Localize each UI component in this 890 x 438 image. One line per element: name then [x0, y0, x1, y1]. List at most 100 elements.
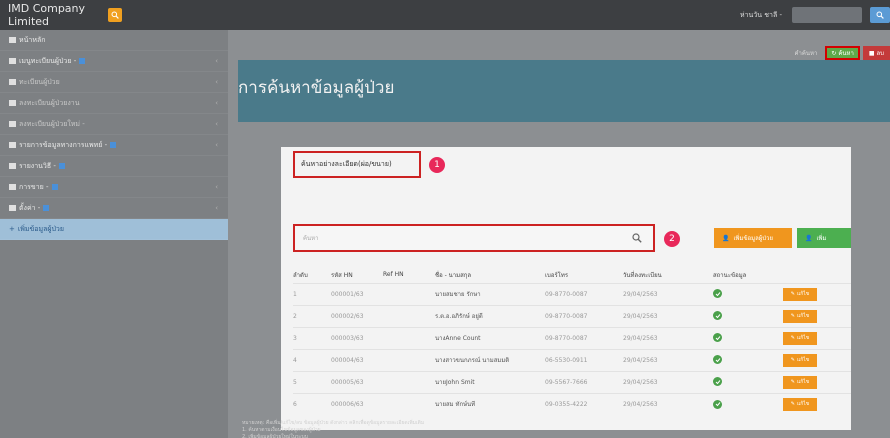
refresh-button[interactable]: ↻ ค้นหา	[825, 46, 860, 60]
cell-action: ✎ แก้ไข	[783, 282, 851, 305]
cell-name: นางAnne Count	[435, 326, 545, 349]
cell-name: นายสม ทักษ์นที	[435, 392, 545, 415]
cell-no: 4	[293, 348, 331, 371]
list-icon	[9, 37, 16, 43]
search-placeholder: ค้นหา	[303, 235, 319, 242]
sidebar-item-sales[interactable]: การขาย - ‹	[0, 177, 228, 198]
table-row[interactable]: 5 000005/63 นายJohn Smit 09-5567-7666 29…	[293, 370, 851, 393]
sidebar-item-label: การขาย -	[19, 182, 49, 191]
list-icon	[9, 121, 16, 127]
step-marker-2: 2	[664, 231, 680, 247]
trash-icon: ■	[868, 49, 875, 57]
cell-hn: 000002/63	[331, 304, 383, 327]
cell-ref-hn	[383, 392, 435, 415]
column-header: เบอร์โทร	[545, 271, 569, 279]
sidebar-item-register-work[interactable]: ลงทะเบียนผู้ป่วยงาน ‹	[0, 93, 228, 114]
sidebar-item-add-patient[interactable]: + เพิ่มข้อมูลผู้ป่วย	[0, 219, 228, 240]
table-row[interactable]: 6 000006/63 นายสม ทักษ์นที 09-0355-4222 …	[293, 392, 851, 415]
breadcrumb[interactable]: คำค้นหา	[795, 48, 818, 58]
search-input[interactable]: ค้นหา	[293, 224, 655, 252]
list-icon	[9, 163, 16, 169]
edit-label: แก้ไข	[797, 335, 810, 341]
pencil-icon: ✎	[790, 313, 795, 319]
cell-status	[713, 282, 783, 305]
refresh-icon: ↻	[831, 49, 837, 57]
edit-button[interactable]: ✎ แก้ไข	[783, 397, 817, 411]
list-icon	[9, 205, 16, 211]
list-icon	[9, 100, 16, 106]
top-search-button[interactable]	[870, 7, 890, 23]
cell-status	[713, 348, 783, 371]
plus-icon: +	[9, 225, 15, 233]
sidebar-item-label: ทะเบียนผู้ป่วย	[19, 77, 60, 86]
edit-button[interactable]: ✎ แก้ไข	[783, 287, 817, 301]
sidebar-item-label: ลงทะเบียนผู้ป่วยงาน	[19, 98, 80, 107]
menu-toggle-button[interactable]	[108, 8, 122, 22]
edit-button[interactable]: ✎ แก้ไข	[783, 375, 817, 389]
cell-date: 29/04/2563	[623, 392, 713, 415]
top-search-input[interactable]	[792, 7, 862, 23]
sidebar-item-label: เพิ่มข้อมูลผู้ป่วย	[17, 224, 64, 233]
check-icon	[713, 311, 722, 321]
check-icon	[713, 355, 722, 365]
sidebar-item-home[interactable]: หน้าหลัก	[0, 30, 228, 51]
list-icon	[9, 184, 16, 190]
page-title: การค้นหาข้อมูลผู้ป่วย	[238, 78, 395, 98]
column-header: ชื่อ - นามสกุล	[435, 271, 472, 279]
delete-button[interactable]: ■ ลบ	[862, 46, 890, 60]
sidebar-item-label: รายการข้อมูลทางการแพทย์ -	[19, 140, 108, 149]
add-button[interactable]: 👤 เพิ่ม	[797, 228, 851, 248]
edit-label: แก้ไข	[797, 357, 810, 363]
sidebar-item-patient-registry[interactable]: ทะเบียนผู้ป่วย ‹	[0, 72, 228, 93]
cell-no: 5	[293, 370, 331, 393]
sidebar-item-register-new[interactable]: ลงทะเบียนผู้ป่วยใหม่ - ‹	[0, 114, 228, 135]
edit-button[interactable]: ✎ แก้ไข	[783, 331, 817, 345]
cell-status	[713, 392, 783, 415]
table-row[interactable]: 4 000004/63 นางสาวขนกภรณ์ นามสมมติ 06-55…	[293, 348, 851, 371]
cell-status	[713, 326, 783, 349]
user-menu[interactable]: ห่านวัน ชาลี -	[740, 10, 782, 21]
search-icon[interactable]	[627, 233, 647, 243]
cell-hn: 000004/63	[331, 348, 383, 371]
edit-label: แก้ไข	[797, 379, 810, 385]
advanced-search-tab[interactable]: ค้นหาอย่างละเอียด(ผ่อ/ขนาย)	[293, 151, 421, 178]
cell-name: นายสมชาย รักษา	[435, 282, 545, 305]
chevron-icon: ‹	[215, 183, 218, 191]
badge-icon	[51, 184, 58, 190]
add-patient-button[interactable]: 👤 เพิ่มข้อมูลผู้ป่วย	[714, 228, 792, 248]
pencil-icon: ✎	[790, 401, 795, 408]
table-row[interactable]: 3 000003/63 นางAnne Count 09-8770-0087 2…	[293, 326, 851, 349]
table-row[interactable]: 2 000002/63 ร.ต.อ.อภิรักษ์ อยู่ดี 09-877…	[293, 304, 851, 327]
cell-action: ✎ แก้ไข	[783, 392, 851, 415]
cell-no: 1	[293, 282, 331, 305]
chevron-icon: ‹	[215, 141, 218, 149]
sidebar-item-medical-records[interactable]: รายการข้อมูลทางการแพทย์ - ‹	[0, 135, 228, 156]
add-user-icon: 👤	[805, 234, 813, 242]
chevron-icon: ‹	[215, 204, 218, 212]
chevron-icon: ‹	[215, 57, 218, 65]
cell-action: ✎ แก้ไข	[783, 370, 851, 393]
cell-date: 29/04/2563	[623, 282, 713, 305]
badge-icon	[58, 163, 65, 169]
search-icon	[876, 11, 884, 19]
add-label: เพิ่ม	[816, 235, 827, 242]
sidebar-item-settings[interactable]: ตั้งค่า - ‹	[0, 198, 228, 219]
cell-no: 3	[293, 326, 331, 349]
table-row[interactable]: 1 000001/63 นายสมชาย รักษา 09-8770-0087 …	[293, 282, 851, 305]
chevron-icon: ‹	[215, 120, 218, 128]
edit-label: แก้ไข	[797, 291, 810, 297]
column-header: ลำดับ	[293, 271, 308, 279]
add-patient-label: เพิ่มข้อมูลผู้ป่วย	[733, 235, 773, 242]
edit-button[interactable]: ✎ แก้ไข	[783, 353, 817, 367]
cell-status	[713, 370, 783, 393]
badge-icon	[110, 142, 117, 148]
pencil-icon: ✎	[790, 357, 795, 363]
cell-ref-hn	[383, 348, 435, 371]
sidebar-item-patient-menu[interactable]: เมนูทะเบียนผู้ป่วย - ‹	[0, 51, 228, 72]
edit-button[interactable]: ✎ แก้ไข	[783, 309, 817, 323]
list-icon	[9, 58, 16, 64]
sidebar-item-reports[interactable]: รายงานวิธี -	[0, 156, 228, 177]
pencil-icon: ✎	[790, 335, 795, 341]
column-header: วันที่ลงทะเบียน	[623, 271, 662, 279]
search-icon	[111, 11, 119, 19]
